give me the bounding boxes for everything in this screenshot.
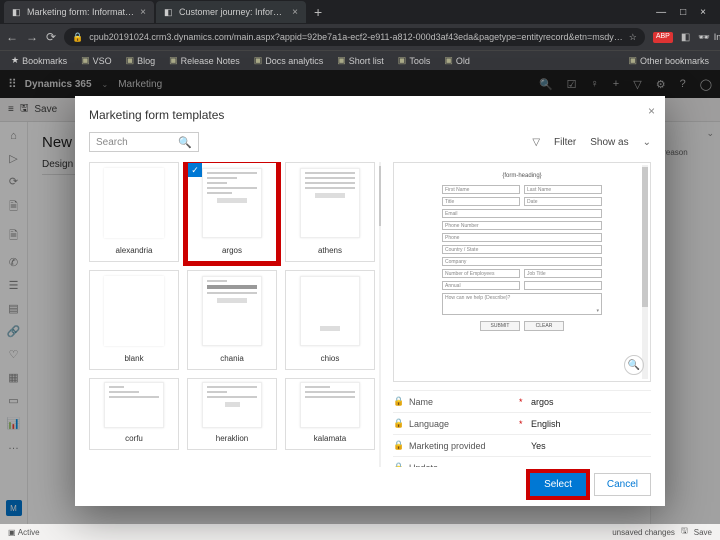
extension-icon[interactable]: ◧ — [681, 32, 690, 43]
incognito-label: Incognito — [714, 32, 720, 42]
prop-label: Marketing provided — [409, 441, 513, 451]
prop-value: English — [531, 419, 561, 429]
folder-icon: ▣ — [81, 55, 90, 66]
filter-button[interactable]: Filter — [554, 137, 576, 148]
check-icon: ✓ — [188, 163, 202, 177]
showas-button[interactable]: Show as — [590, 137, 628, 148]
favicon-icon: ◧ — [164, 7, 174, 17]
close-window-icon[interactable]: × — [700, 7, 706, 18]
close-icon[interactable]: × — [648, 104, 655, 118]
incognito-icon: 🕶 — [698, 32, 709, 43]
bookmark-item[interactable]: ▣Docs analytics — [249, 54, 329, 67]
template-card-kalamata[interactable]: kalamata — [285, 378, 375, 450]
select-button[interactable]: Select — [530, 473, 586, 496]
card-label: blank — [124, 350, 143, 369]
card-label: chania — [220, 350, 244, 369]
preview-heading: {form-heading} — [442, 173, 602, 179]
close-icon[interactable]: × — [292, 7, 298, 18]
status-active: Active — [18, 528, 40, 537]
funnel-icon[interactable]: ▽ — [532, 137, 540, 148]
minimize-icon[interactable]: — — [656, 7, 666, 18]
folder-icon: ▣ — [444, 55, 453, 66]
prop-label: Language — [409, 419, 513, 429]
preview-clear: CLEAR — [524, 321, 564, 331]
folder-icon: ▣ — [169, 55, 178, 66]
browser-tab-2[interactable]: ◧ Customer journey: Information: × — [156, 1, 306, 23]
scrollbar[interactable] — [379, 162, 381, 467]
lock-icon: 🔒 — [393, 396, 403, 407]
card-label: argos — [222, 242, 242, 261]
card-label: heraklion — [216, 430, 248, 449]
bookmark-item[interactable]: ▣Old — [439, 54, 475, 67]
close-icon[interactable]: × — [140, 7, 146, 18]
template-card-blank[interactable]: blank — [89, 270, 179, 370]
status-unsaved: unsaved changes — [612, 528, 675, 537]
tab-title: Marketing form: Information: Ne — [27, 7, 135, 17]
lock-icon: 🔒 — [72, 32, 83, 43]
bookmark-item[interactable]: ▣Release Notes — [164, 54, 245, 67]
card-label: corfu — [125, 430, 143, 449]
bookmark-item[interactable]: ▣VSO — [76, 54, 117, 67]
new-tab-button[interactable]: + — [308, 4, 328, 20]
folder-icon: ▣ — [398, 55, 407, 66]
lock-icon: 🔒 — [393, 440, 403, 451]
template-card-chania[interactable]: chania — [187, 270, 277, 370]
address-bar[interactable]: 🔒 cpub20191024.crm3.dynamics.com/main.as… — [64, 28, 645, 46]
maximize-icon[interactable]: □ — [680, 7, 686, 18]
star-icon: ★ — [11, 55, 19, 66]
status-save-button[interactable]: Save — [694, 528, 712, 537]
template-properties: 🔒 Name * argos 🔒 Language * English 🔒 Ma… — [393, 390, 651, 467]
forward-icon[interactable]: → — [26, 30, 38, 44]
browser-chrome: ◧ Marketing form: Information: Ne × ◧ Cu… — [0, 0, 720, 70]
folder-icon: ▣ — [254, 55, 263, 66]
lock-icon: 🔒 — [393, 462, 403, 467]
bookmark-item[interactable]: ▣Short list — [332, 54, 389, 67]
template-card-chios[interactable]: chios — [285, 270, 375, 370]
template-gallery: alexandria ✓ argos athens blank ch — [89, 162, 381, 467]
favicon-icon: ◧ — [12, 7, 22, 17]
prop-label: Update — [409, 463, 513, 468]
lock-icon: 🔒 — [393, 418, 403, 429]
url-text: cpub20191024.crm3.dynamics.com/main.aspx… — [89, 32, 622, 42]
card-label: alexandria — [116, 242, 153, 261]
status-icon: ▣ — [8, 528, 16, 537]
star-icon[interactable]: ☆ — [629, 32, 637, 43]
search-placeholder: Search — [96, 137, 128, 148]
save-icon: 🖫 — [681, 525, 688, 539]
zoom-icon[interactable]: 🔍 — [624, 355, 644, 375]
card-label: kalamata — [314, 430, 346, 449]
template-preview: {form-heading} First NameLast Name Title… — [393, 162, 651, 382]
status-bar: ▣ Active unsaved changes 🖫 Save — [0, 524, 720, 540]
preview-submit: SUBMIT — [480, 321, 520, 331]
folder-icon: ▣ — [628, 55, 637, 66]
prop-value: argos — [531, 397, 554, 407]
bookmark-item[interactable]: ▣Tools — [393, 54, 436, 67]
bookmark-item[interactable]: ▣Blog — [121, 54, 161, 67]
back-icon[interactable]: ← — [6, 30, 18, 44]
template-card-corfu[interactable]: corfu — [89, 378, 179, 450]
reload-icon[interactable]: ⟳ — [46, 30, 56, 44]
abp-badge[interactable]: ABP — [653, 32, 673, 43]
prop-value: Yes — [531, 441, 546, 451]
modal-title: Marketing form templates — [89, 108, 651, 122]
template-card-athens[interactable]: athens — [285, 162, 375, 262]
cancel-button[interactable]: Cancel — [594, 473, 651, 496]
search-input[interactable]: Search 🔍 — [89, 132, 199, 152]
other-bookmarks[interactable]: ▣Other bookmarks — [623, 54, 714, 67]
template-picker-modal: × Marketing form templates Search 🔍 ▽ Fi… — [75, 96, 665, 506]
folder-icon: ▣ — [337, 55, 346, 66]
template-card-alexandria[interactable]: alexandria — [89, 162, 179, 262]
folder-icon: ▣ — [126, 55, 135, 66]
template-card-heraklion[interactable]: heraklion — [187, 378, 277, 450]
tab-title: Customer journey: Information: — [179, 7, 287, 17]
card-label: athens — [318, 242, 342, 261]
browser-tab-1[interactable]: ◧ Marketing form: Information: Ne × — [4, 1, 154, 23]
scrollbar[interactable] — [642, 165, 648, 379]
chevron-down-icon[interactable]: ⌄ — [643, 137, 651, 148]
template-card-argos[interactable]: ✓ argos — [187, 162, 277, 262]
bookmark-item[interactable]: ★Bookmarks — [6, 54, 72, 67]
prop-label: Name — [409, 397, 513, 407]
search-icon[interactable]: 🔍 — [178, 136, 192, 149]
card-label: chios — [321, 350, 340, 369]
